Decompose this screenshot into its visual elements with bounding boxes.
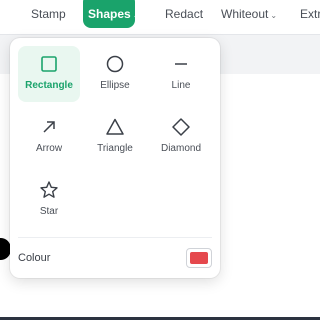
menu-divider (18, 237, 212, 238)
shape-option-ellipse[interactable]: Ellipse (84, 46, 146, 102)
shape-option-diamond[interactable]: Diamond (150, 109, 212, 165)
shape-option-label: Diamond (160, 143, 202, 154)
shape-option-label: Rectangle (25, 80, 73, 91)
stamp-tool-button[interactable]: Stamp (31, 0, 66, 28)
extra-tool-button[interactable]: Extr (300, 0, 320, 28)
shape-option-label: Line (171, 80, 191, 91)
shape-option-label: Triangle (97, 143, 133, 154)
star-icon (40, 181, 58, 198)
triangle-icon (106, 118, 124, 135)
arrow-icon (43, 121, 55, 133)
colour-picker-button[interactable] (186, 248, 212, 268)
top-toolbar: Stamp Shapes ⌄ Redact Whiteout ⌄ Extr (0, 0, 320, 35)
shape-option-rectangle[interactable]: Rectangle (18, 46, 80, 102)
extra-tool-label: Extr (300, 7, 320, 21)
stamp-tool-label: Stamp (31, 7, 66, 21)
redact-tool-label: Redact (165, 7, 204, 21)
diamond-icon (172, 118, 190, 136)
shapes-tool-label: Shapes (88, 7, 131, 21)
shape-option-label: Arrow (35, 143, 63, 154)
shapes-tool-button[interactable]: Shapes ⌄ (83, 0, 139, 28)
colour-swatch-fill (190, 252, 208, 264)
rectangle-icon (41, 56, 57, 72)
colour-label: Colour (18, 252, 51, 264)
redact-tool-button[interactable]: Redact (165, 0, 203, 28)
shape-option-line[interactable]: Line (150, 46, 212, 102)
ellipse-icon (106, 55, 124, 73)
shape-option-label: Ellipse (100, 80, 130, 91)
shape-option-star[interactable]: Star (18, 172, 80, 228)
line-icon (175, 63, 187, 65)
chevron-down-icon: ⌄ (132, 11, 140, 20)
shape-option-triangle[interactable]: Triangle (84, 109, 146, 165)
shapes-dropdown: Rectangle Ellipse Line Arrow Triangle Di… (10, 38, 220, 278)
chevron-down-icon: ⌄ (270, 11, 278, 20)
whiteout-tool-label: Whiteout (221, 7, 269, 21)
shape-option-label: Star (39, 206, 59, 217)
whiteout-tool-button[interactable]: Whiteout ⌄ (221, 0, 277, 28)
shape-option-arrow[interactable]: Arrow (18, 109, 80, 165)
